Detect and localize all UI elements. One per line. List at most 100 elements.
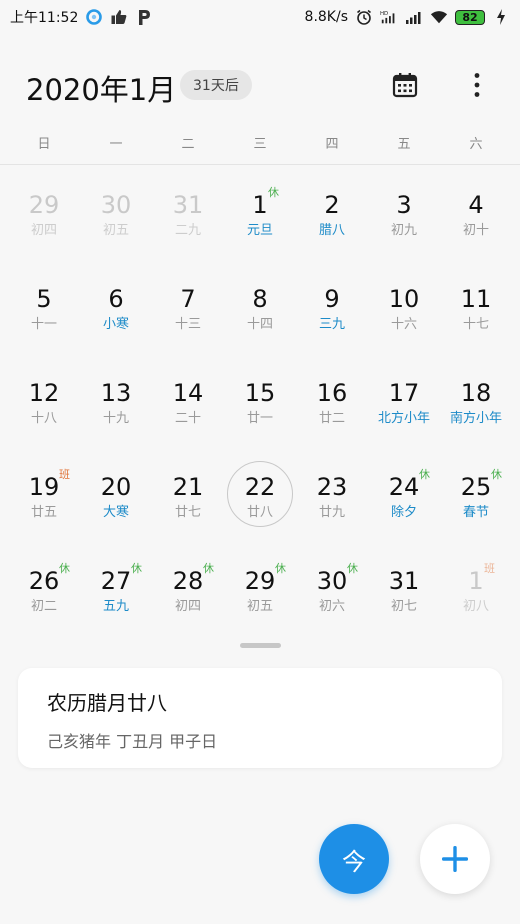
holiday-badge: 休 bbox=[268, 186, 279, 199]
days-countdown-badge[interactable]: 31天后 bbox=[180, 70, 252, 100]
day-number: 21 bbox=[172, 473, 204, 501]
holiday-badge: 休 bbox=[419, 468, 430, 481]
day-cell[interactable]: 4 初十 bbox=[440, 165, 512, 259]
lunar-date: 二十 bbox=[174, 411, 201, 426]
day-cell[interactable]: 30 初五 bbox=[80, 165, 152, 259]
wifi-icon bbox=[430, 8, 448, 26]
lunar-date: 十六 bbox=[390, 317, 417, 332]
day-cell[interactable]: 1 元旦 休 bbox=[224, 165, 296, 259]
day-cell[interactable]: 5 十一 bbox=[8, 259, 80, 353]
day-cell[interactable]: 31 二九 bbox=[152, 165, 224, 259]
day-cell[interactable]: 29 初四 bbox=[8, 165, 80, 259]
lunar-date: 廿一 bbox=[246, 411, 273, 426]
day-cell[interactable]: 19 廿五班 bbox=[8, 447, 80, 541]
lunar-date: 初九 bbox=[390, 223, 417, 238]
lunar-date: 廿九 bbox=[318, 505, 345, 520]
alarm-icon bbox=[355, 8, 373, 26]
lunar-date: 初八 bbox=[462, 599, 489, 614]
add-event-button[interactable] bbox=[420, 824, 490, 894]
status-bar: 上午11:52 8.8K/s HD 82 bbox=[0, 0, 520, 34]
day-cell[interactable]: 10 十六 bbox=[368, 259, 440, 353]
day-cell[interactable]: 23 廿九 bbox=[296, 447, 368, 541]
weekday-label: 一 bbox=[109, 137, 123, 152]
weekday-label: 三 bbox=[253, 137, 267, 152]
holiday-badge: 休 bbox=[275, 562, 286, 575]
more-vertical-icon[interactable] bbox=[462, 68, 492, 102]
lunar-date: 初十 bbox=[462, 223, 489, 238]
day-cell[interactable]: 26 初二休 bbox=[8, 541, 80, 635]
calendar-icon[interactable] bbox=[388, 68, 422, 102]
drag-handle[interactable] bbox=[240, 643, 281, 648]
day-number: 7 bbox=[180, 285, 196, 313]
day-number: 11 bbox=[460, 285, 492, 313]
lunar-date: 廿八 bbox=[246, 505, 273, 520]
day-cell[interactable]: 9 三九 bbox=[296, 259, 368, 353]
svg-text:HD: HD bbox=[380, 11, 388, 17]
month-title[interactable]: 2020年1月 bbox=[26, 67, 176, 109]
lunar-date: 廿二 bbox=[318, 411, 345, 426]
day-cell[interactable]: 28 初四休 bbox=[152, 541, 224, 635]
day-cell-today[interactable]: 22 廿八 bbox=[224, 447, 296, 541]
day-number: 29 bbox=[28, 191, 60, 219]
lunar-date: 初四 bbox=[30, 223, 57, 238]
day-cell[interactable]: 6 小寒 bbox=[80, 259, 152, 353]
day-cell[interactable]: 1 初八 班 bbox=[440, 541, 512, 635]
lunar-info-card[interactable]: 农历腊月廿八 己亥猪年 丁丑月 甲子日 bbox=[18, 668, 502, 768]
day-cell[interactable]: 27 五九休 bbox=[80, 541, 152, 635]
day-cell[interactable]: 13 十九 bbox=[80, 353, 152, 447]
day-cell[interactable]: 7 十三 bbox=[152, 259, 224, 353]
hd-signal-icon: HD bbox=[380, 8, 398, 26]
day-number: 1 bbox=[252, 191, 268, 219]
day-cell[interactable]: 2 腊八 bbox=[296, 165, 368, 259]
today-button[interactable]: 今 bbox=[319, 824, 389, 894]
festival-label: 腊八 bbox=[318, 223, 345, 238]
day-cell[interactable]: 24 除夕休 bbox=[368, 447, 440, 541]
day-cell[interactable]: 16 廿二 bbox=[296, 353, 368, 447]
day-number: 23 bbox=[316, 473, 348, 501]
day-number: 22 bbox=[244, 473, 276, 501]
day-number: 10 bbox=[388, 285, 420, 313]
festival-label: 除夕 bbox=[390, 505, 417, 520]
day-cell[interactable]: 18 南方小年 bbox=[440, 353, 512, 447]
battery-icon: 82 bbox=[455, 9, 485, 25]
day-cell[interactable]: 31 初七 bbox=[368, 541, 440, 635]
day-number: 16 bbox=[316, 379, 348, 407]
day-number: 3 bbox=[396, 191, 412, 219]
lunar-date: 十一 bbox=[30, 317, 57, 332]
day-cell[interactable]: 25 春节休 bbox=[440, 447, 512, 541]
day-cell[interactable]: 21 廿七 bbox=[152, 447, 224, 541]
thumbs-up-icon bbox=[110, 8, 128, 26]
day-number: 17 bbox=[388, 379, 420, 407]
battery-level: 82 bbox=[462, 10, 478, 24]
lunar-date: 初七 bbox=[390, 599, 417, 614]
lunar-date-title: 农历腊月廿八 bbox=[47, 691, 167, 715]
day-cell[interactable]: 20 大寒 bbox=[80, 447, 152, 541]
day-number: 30 bbox=[100, 191, 132, 219]
day-cell[interactable]: 12 十八 bbox=[8, 353, 80, 447]
day-cell[interactable]: 11 十七 bbox=[440, 259, 512, 353]
day-cell[interactable]: 29 初五休 bbox=[224, 541, 296, 635]
day-cell[interactable]: 8 十四 bbox=[224, 259, 296, 353]
day-number: 31 bbox=[172, 191, 204, 219]
holiday-badge: 休 bbox=[131, 562, 142, 575]
lunar-date: 廿五 bbox=[30, 505, 57, 520]
network-speed: 8.8K/s bbox=[304, 9, 348, 25]
plus-icon bbox=[440, 844, 470, 874]
day-cell[interactable]: 17 北方小年 bbox=[368, 353, 440, 447]
day-number: 18 bbox=[460, 379, 492, 407]
lunar-date: 初四 bbox=[174, 599, 201, 614]
day-cell[interactable]: 3 初九 bbox=[368, 165, 440, 259]
festival-label: 春节 bbox=[462, 505, 489, 520]
lunar-date: 十九 bbox=[102, 411, 129, 426]
ganzhi-subtitle: 己亥猪年 丁丑月 甲子日 bbox=[47, 732, 218, 751]
day-cell[interactable]: 30 初六休 bbox=[296, 541, 368, 635]
weekday-label: 六 bbox=[469, 137, 483, 152]
day-cell[interactable]: 15 廿一 bbox=[224, 353, 296, 447]
month-grid: 29 初四 30 初五 31 二九 1 元旦休 2 腊八 3 初九 4 初十 5 十一 6 小寒 7 十三 8 十四 9 三九… bbox=[8, 165, 512, 635]
lunar-date: 初五 bbox=[246, 599, 273, 614]
day-number: 1 bbox=[468, 567, 484, 595]
signal-icon bbox=[405, 8, 423, 26]
festival-label: 三九 bbox=[318, 317, 345, 332]
lunar-date: 初五 bbox=[102, 223, 129, 238]
day-cell[interactable]: 14 二十 bbox=[152, 353, 224, 447]
